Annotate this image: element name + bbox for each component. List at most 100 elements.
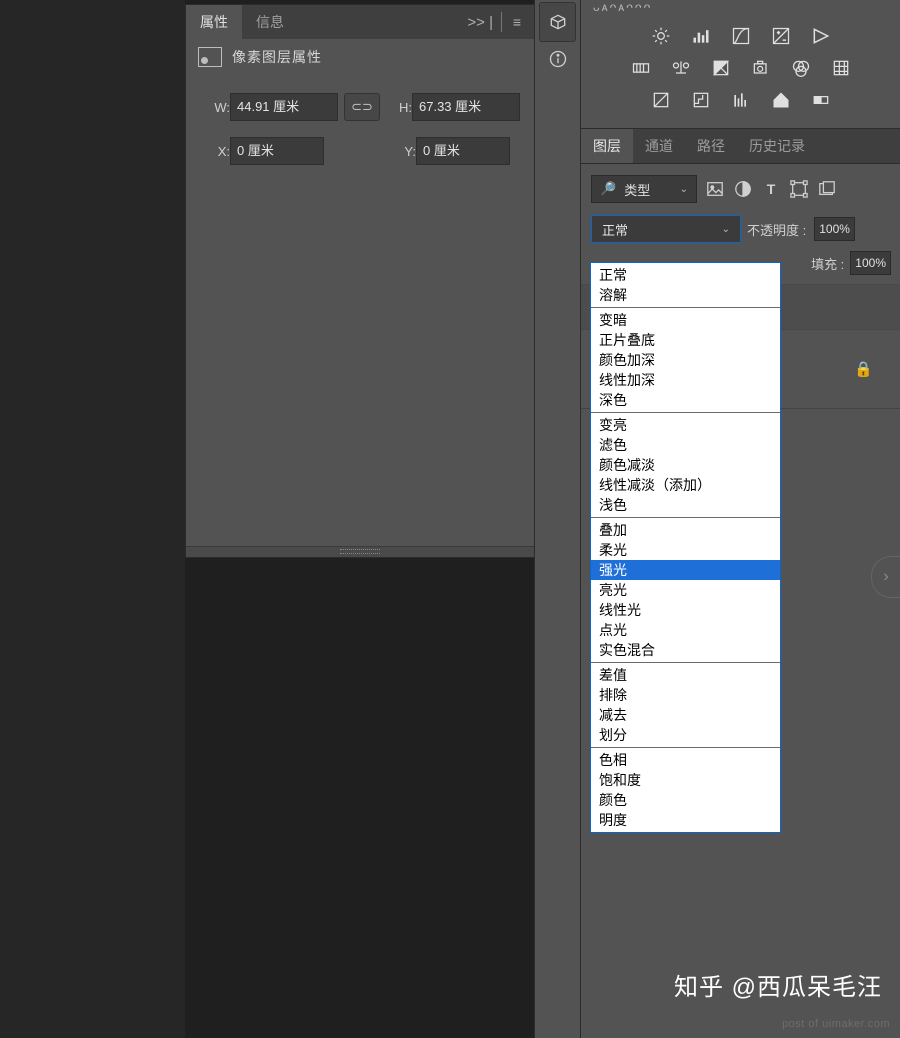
divider: [501, 12, 502, 32]
y-label: Y:: [390, 144, 416, 159]
blend-mode-dropdown[interactable]: 正常 ⌄: [591, 215, 741, 243]
vibrance-icon[interactable]: [810, 26, 832, 46]
tab-info[interactable]: 信息: [242, 5, 298, 39]
blend-mode-option[interactable]: 滤色: [591, 435, 780, 455]
blend-mode-option[interactable]: 正片叠底: [591, 330, 780, 350]
blend-mode-option[interactable]: 变亮: [591, 415, 780, 435]
blend-group-normal: 正常溶解: [591, 263, 780, 308]
blend-mode-option[interactable]: 溶解: [591, 285, 780, 305]
link-dimensions-button[interactable]: ⊂⊃: [344, 93, 380, 121]
zhihu-watermark: 知乎 @西瓜呆毛汪: [674, 967, 882, 1002]
adjustments-grid: [581, 18, 900, 128]
selective-color-icon[interactable]: [770, 90, 792, 110]
blend-mode-option[interactable]: 颜色加深: [591, 350, 780, 370]
x-input[interactable]: 0 厘米: [230, 137, 324, 165]
search-icon: 🔎: [600, 181, 616, 197]
blend-mode-option[interactable]: 实色混合: [591, 640, 780, 660]
levels-icon[interactable]: [690, 26, 712, 46]
tab-channels[interactable]: 通道: [633, 129, 685, 163]
tab-properties[interactable]: 属性: [186, 5, 242, 39]
blend-mode-option[interactable]: 变暗: [591, 310, 780, 330]
info-panel-icon[interactable]: [535, 42, 580, 76]
blend-group-compare: 差值排除减去划分: [591, 663, 780, 748]
properties-subtitle: 像素图层属性: [232, 47, 322, 67]
tab-paths[interactable]: 路径: [685, 129, 737, 163]
blend-mode-option[interactable]: 颜色: [591, 790, 780, 810]
chevron-down-icon: ⌄: [680, 184, 688, 195]
gradient-map-icon[interactable]: [810, 90, 832, 110]
filter-type-icon[interactable]: T: [761, 179, 781, 199]
blend-mode-option[interactable]: 颜色减淡: [591, 455, 780, 475]
tab-layers[interactable]: 图层: [581, 129, 633, 163]
blend-mode-option[interactable]: 深色: [591, 390, 780, 410]
height-input[interactable]: 67.33 厘米: [412, 93, 520, 121]
channel-mixer-icon[interactable]: [790, 58, 812, 78]
invert-icon[interactable]: [650, 90, 672, 110]
opacity-input[interactable]: 100%: [814, 217, 855, 241]
properties-panel: 属性 信息 >> | ≡ 像素图层属性 W: 44.91 厘米 ⊂⊃ H: 67…: [185, 4, 535, 558]
pixel-layer-icon: [198, 47, 222, 67]
opacity-label: 不透明度 :: [747, 220, 806, 239]
layer-filter-row: 🔎 类型 ⌄ T: [581, 164, 900, 208]
blend-mode-option[interactable]: 差值: [591, 665, 780, 685]
y-input[interactable]: 0 厘米: [416, 137, 510, 165]
blend-group-darken: 变暗正片叠底颜色加深线性加深深色: [591, 308, 780, 413]
blend-mode-option[interactable]: 点光: [591, 620, 780, 640]
blend-mode-value: 正常: [602, 220, 628, 239]
height-label: H:: [386, 100, 412, 115]
blend-mode-option[interactable]: 排除: [591, 685, 780, 705]
blend-mode-option[interactable]: 强光: [591, 560, 780, 580]
posterize-icon[interactable]: [690, 90, 712, 110]
panel-collapse-button[interactable]: >> |: [459, 14, 501, 31]
blend-mode-option[interactable]: 饱和度: [591, 770, 780, 790]
panel-resize-grip[interactable]: [186, 546, 534, 557]
blend-group-lighten: 变亮滤色颜色减淡线性减淡（添加）浅色: [591, 413, 780, 518]
blend-group-component: 色相饱和度颜色明度: [591, 748, 780, 832]
filter-smart-icon[interactable]: [817, 179, 837, 199]
threshold-icon[interactable]: [730, 90, 752, 110]
mid-button-strip: [534, 0, 581, 1038]
blend-mode-option[interactable]: 叠加: [591, 520, 780, 540]
brightness-contrast-icon[interactable]: [650, 26, 672, 46]
3d-panel-icon[interactable]: [539, 2, 576, 42]
fill-input[interactable]: 100%: [850, 251, 891, 275]
curves-icon[interactable]: [730, 26, 752, 46]
properties-subheader: 像素图层属性: [186, 39, 534, 75]
x-label: X:: [204, 144, 230, 159]
color-balance-icon[interactable]: [670, 58, 692, 78]
site-watermark: post of uimaker.com: [782, 1018, 890, 1030]
blend-mode-option[interactable]: 减去: [591, 705, 780, 725]
color-lookup-icon[interactable]: [830, 58, 852, 78]
layer-kind-dropdown[interactable]: 🔎 类型 ⌄: [591, 175, 697, 203]
blend-mode-option[interactable]: 亮光: [591, 580, 780, 600]
blend-mode-option[interactable]: 线性光: [591, 600, 780, 620]
layer-kind-value: 类型: [624, 180, 650, 199]
blend-mode-row: 正常 ⌄ 不透明度 : 100%: [581, 208, 900, 246]
width-input[interactable]: 44.91 厘米: [230, 93, 338, 121]
blend-mode-option[interactable]: 线性加深: [591, 370, 780, 390]
panel-menu-icon[interactable]: ≡: [508, 14, 526, 30]
black-white-icon[interactable]: [710, 58, 732, 78]
blend-mode-option[interactable]: 正常: [591, 265, 780, 285]
blend-mode-option[interactable]: 浅色: [591, 495, 780, 515]
blend-mode-option[interactable]: 色相: [591, 750, 780, 770]
properties-tabs: 属性 信息 >> | ≡: [186, 5, 534, 39]
filter-pixel-icon[interactable]: [705, 179, 725, 199]
right-panel-tabs: 图层 通道 路径 历史记录: [581, 128, 900, 164]
adjustments-title: ᴗᴀᴖᴀᴖᴖᴖ: [581, 0, 900, 18]
canvas-area: [0, 0, 185, 1038]
filter-shape-icon[interactable]: [789, 179, 809, 199]
hue-sat-icon[interactable]: [630, 58, 652, 78]
width-label: W:: [204, 100, 230, 115]
blend-mode-option[interactable]: 柔光: [591, 540, 780, 560]
blend-mode-option[interactable]: 线性减淡（添加）: [591, 475, 780, 495]
exposure-icon[interactable]: [770, 26, 792, 46]
blend-mode-option[interactable]: 明度: [591, 810, 780, 830]
blend-mode-menu: 正常溶解 变暗正片叠底颜色加深线性加深深色 变亮滤色颜色减淡线性减淡（添加）浅色…: [590, 262, 781, 833]
blend-group-contrast: 叠加柔光强光亮光线性光点光实色混合: [591, 518, 780, 663]
chevron-down-icon: ⌄: [722, 224, 730, 235]
photo-filter-icon[interactable]: [750, 58, 772, 78]
blend-mode-option[interactable]: 划分: [591, 725, 780, 745]
filter-adjust-icon[interactable]: [733, 179, 753, 199]
tab-history[interactable]: 历史记录: [737, 129, 817, 163]
